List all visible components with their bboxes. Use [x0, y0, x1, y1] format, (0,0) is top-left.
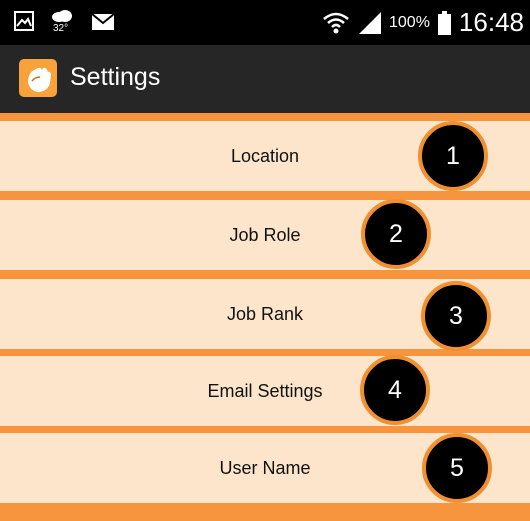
settings-item-label: User Name	[219, 457, 311, 478]
settings-item-label: Job Role	[229, 224, 301, 245]
status-bar: 32° 100% 16:48	[0, 0, 530, 45]
settings-item-job-role[interactable]: Job Role	[0, 200, 530, 270]
settings-item-label: Job Rank	[226, 303, 304, 324]
status-bar-right: 100% 16:48	[323, 0, 524, 45]
annotation-marker-1: 1	[418, 121, 488, 191]
page-title: Settings	[70, 63, 161, 91]
battery-icon	[437, 10, 451, 35]
annotation-marker-3: 3	[421, 281, 491, 351]
mail-icon	[92, 14, 114, 30]
gallery-icon	[14, 11, 34, 31]
battery-percent: 100%	[389, 13, 430, 31]
settings-item-label: Email Settings	[207, 380, 323, 401]
annotation-marker-2: 2	[361, 199, 431, 269]
signal-icon	[359, 11, 381, 34]
action-bar: Settings	[0, 45, 530, 113]
weather-icon: 32°	[50, 9, 76, 37]
annotation-marker-5: 5	[422, 433, 492, 503]
wifi-icon	[323, 12, 349, 33]
annotation-marker-4: 4	[360, 355, 430, 425]
settings-item-email-settings[interactable]: Email Settings	[0, 356, 530, 426]
clock: 16:48	[458, 7, 524, 37]
app-icon[interactable]	[19, 59, 57, 97]
settings-item-label: Location	[230, 145, 300, 166]
temperature-text: 32°	[53, 23, 69, 34]
